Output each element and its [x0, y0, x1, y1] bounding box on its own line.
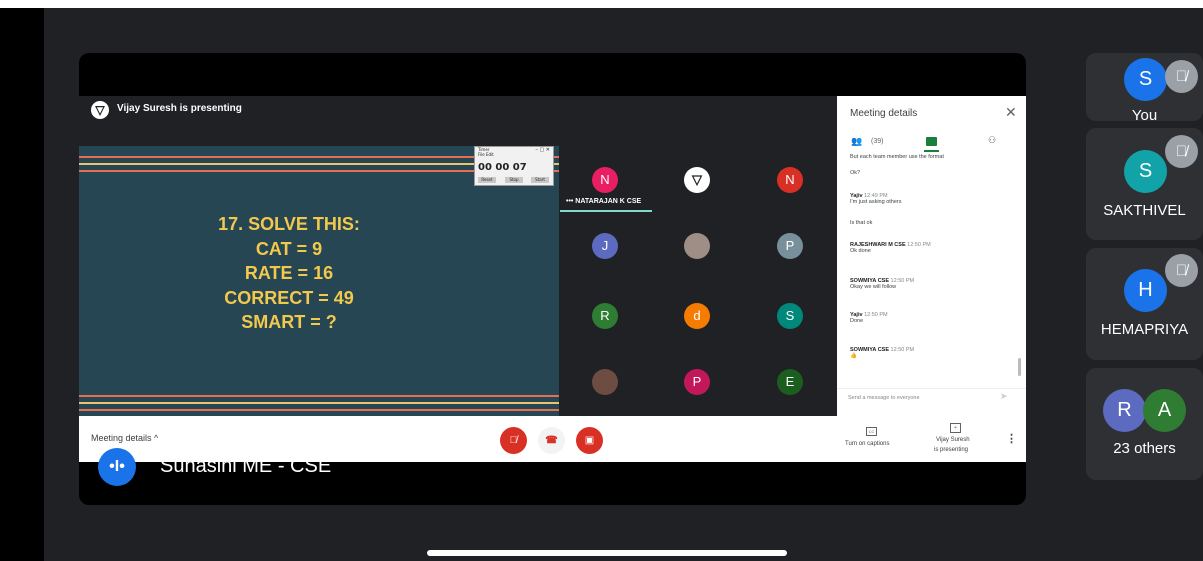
chat-message: Yajiv 12:50 PM Done: [850, 312, 888, 324]
participant-avatar: d: [684, 303, 710, 329]
home-indicator[interactable]: [427, 550, 787, 556]
close-icon[interactable]: ✕: [1005, 104, 1017, 121]
chat-message: SOWMIYA CSE 12:50 PM Okay we will follow: [850, 278, 915, 290]
avatar: H: [1124, 269, 1167, 312]
send-icon[interactable]: ➤: [1000, 391, 1008, 402]
avatar: A: [1143, 389, 1186, 432]
self-name: Suhasini ME - CSE: [160, 455, 332, 477]
side-tile-label: HEMAPRIYA: [1100, 321, 1189, 338]
chat-scrollbar[interactable]: [1018, 358, 1021, 376]
meeting-details-toggle[interactable]: Meeting details ^: [91, 433, 158, 443]
participant-avatar: E: [777, 369, 803, 395]
timer-reset-button[interactable]: Reset: [478, 177, 496, 183]
participant-avatar: P: [684, 369, 710, 395]
participant-avatar: S: [777, 303, 803, 329]
chat-message: Yajiv 12:49 PM I'm just asking others: [850, 193, 902, 205]
slide-line: RATE = 16: [244, 263, 334, 283]
window-controls[interactable]: – ▢ ✕: [535, 147, 550, 153]
chat-input-placeholder: Send a message to everyone: [848, 395, 920, 401]
participant-avatar: N: [592, 167, 618, 193]
side-tile-label: SAKTHIVEL: [1103, 202, 1186, 219]
panel-title: Meeting details: [850, 108, 918, 119]
slide-line: SMART = ?: [241, 312, 337, 332]
timer-stop-button[interactable]: Stop: [505, 177, 523, 183]
timer-title: Timer File Edit: [478, 147, 494, 157]
camera-off-icon[interactable]: ▣: [576, 427, 603, 454]
self-avatar: •I•: [98, 448, 136, 486]
participant-avatar: ▽: [684, 167, 710, 193]
activities-icon[interactable]: ⚇: [988, 135, 996, 146]
side-tile-label: You: [1131, 107, 1158, 124]
speaking-indicator: [560, 210, 652, 212]
avatar: R: [1103, 389, 1146, 432]
participant-avatar: J: [592, 233, 618, 259]
shared-slide: 17. SOLVE THIS: CAT = 9 RATE = 16 CORREC…: [79, 146, 559, 416]
slide-stripe: [79, 395, 559, 397]
captions-label[interactable]: Turn on captions: [845, 441, 889, 447]
side-tile-others[interactable]: [1086, 368, 1203, 480]
top-band: [0, 0, 1203, 8]
chat-tab-indicator: [924, 150, 939, 152]
left-bar: [0, 8, 44, 561]
participant-avatar: N: [777, 167, 803, 193]
chat-message: RAJESHWARI M CSE 12:50 PM Ok done: [850, 242, 931, 254]
chat-message: SOWMIYA CSE 12:50 PM 👍: [850, 347, 915, 359]
avatar: S: [1124, 58, 1167, 101]
slide-line: 17. SOLVE THIS:: [218, 214, 360, 234]
presenter-avatar: ▽: [91, 101, 109, 119]
participant-avatar: R: [592, 303, 618, 329]
tile-name-label: ••• NATARAJAN K CSE: [566, 198, 642, 205]
timer-digits: 00 00 07: [478, 162, 527, 173]
chat-icon[interactable]: [926, 137, 937, 146]
mic-off-icon[interactable]: 🎙̸: [500, 427, 527, 454]
participant-avatar: [592, 369, 618, 395]
people-icon[interactable]: 👥: [851, 136, 862, 147]
captions-icon[interactable]: CC: [866, 427, 877, 436]
slide-stripe: [79, 409, 559, 411]
avatar: S: [1124, 150, 1167, 193]
hang-up-icon[interactable]: ☎: [538, 427, 565, 454]
slide-stripe: [79, 402, 559, 404]
mic-off-icon: 🎙̸: [1165, 135, 1198, 168]
slide-line: CAT = 9: [255, 238, 323, 259]
chat-message: Ok?: [850, 170, 861, 176]
chat-message: Is that ok: [850, 220, 873, 226]
participant-avatar: P: [777, 233, 803, 259]
more-options-icon[interactable]: ⋮: [1006, 432, 1017, 445]
presenting-label: Vijay Suresh is presenting: [117, 103, 242, 114]
timer-start-button[interactable]: Start: [531, 177, 549, 183]
mic-off-icon: 🎙̸: [1165, 60, 1198, 93]
side-tile-label: 23 others: [1113, 440, 1176, 457]
timer-window[interactable]: Timer File Edit – ▢ ✕ 00 00 07 Reset Stop…: [474, 146, 554, 186]
slide-question: 17. SOLVE THIS: CAT = 9 RATE = 16 CORREC…: [79, 212, 499, 335]
chat-message: But each team member use the format: [850, 154, 944, 160]
present-icon[interactable]: +: [950, 423, 961, 433]
mic-off-icon: 🎙̸: [1165, 254, 1198, 287]
presenting-button-label[interactable]: is presenting: [934, 447, 968, 453]
participant-avatar: [684, 233, 710, 259]
people-count: (39): [871, 138, 884, 145]
presenting-button-label[interactable]: Vijay Suresh: [936, 437, 970, 443]
slide-line: CORRECT = 49: [224, 287, 354, 308]
